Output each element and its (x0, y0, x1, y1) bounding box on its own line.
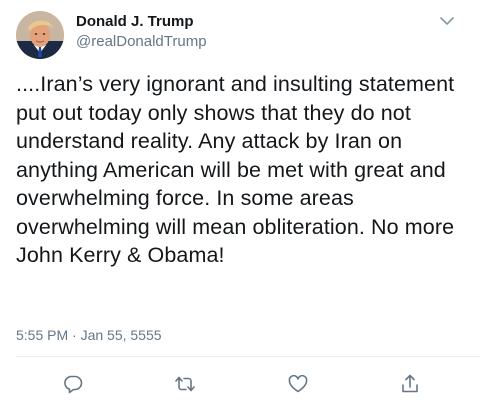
author-display-name[interactable]: Donald J. Trump (76, 13, 194, 30)
avatar[interactable] (16, 11, 64, 59)
chevron-down-icon[interactable] (438, 14, 456, 28)
retweet-icon (175, 376, 195, 392)
share-icon (402, 374, 418, 393)
share-button[interactable] (399, 373, 421, 395)
reply-icon (64, 375, 83, 394)
tweet-card: Donald J. Trump @realDonaldTrump ....Ira… (0, 0, 480, 410)
tweet-timestamp[interactable]: 5:55 PM · Jan 55, 5555 (16, 327, 162, 343)
retweet-button[interactable] (174, 373, 196, 395)
author-handle[interactable]: @realDonaldTrump (76, 33, 207, 50)
divider (16, 356, 480, 357)
tweet-text: ....Iran’s very ignorant and insulting s… (16, 72, 461, 267)
avatar-photo-icon (16, 11, 64, 59)
like-button[interactable] (287, 373, 309, 395)
like-icon (288, 374, 308, 393)
reply-button[interactable] (62, 373, 84, 395)
